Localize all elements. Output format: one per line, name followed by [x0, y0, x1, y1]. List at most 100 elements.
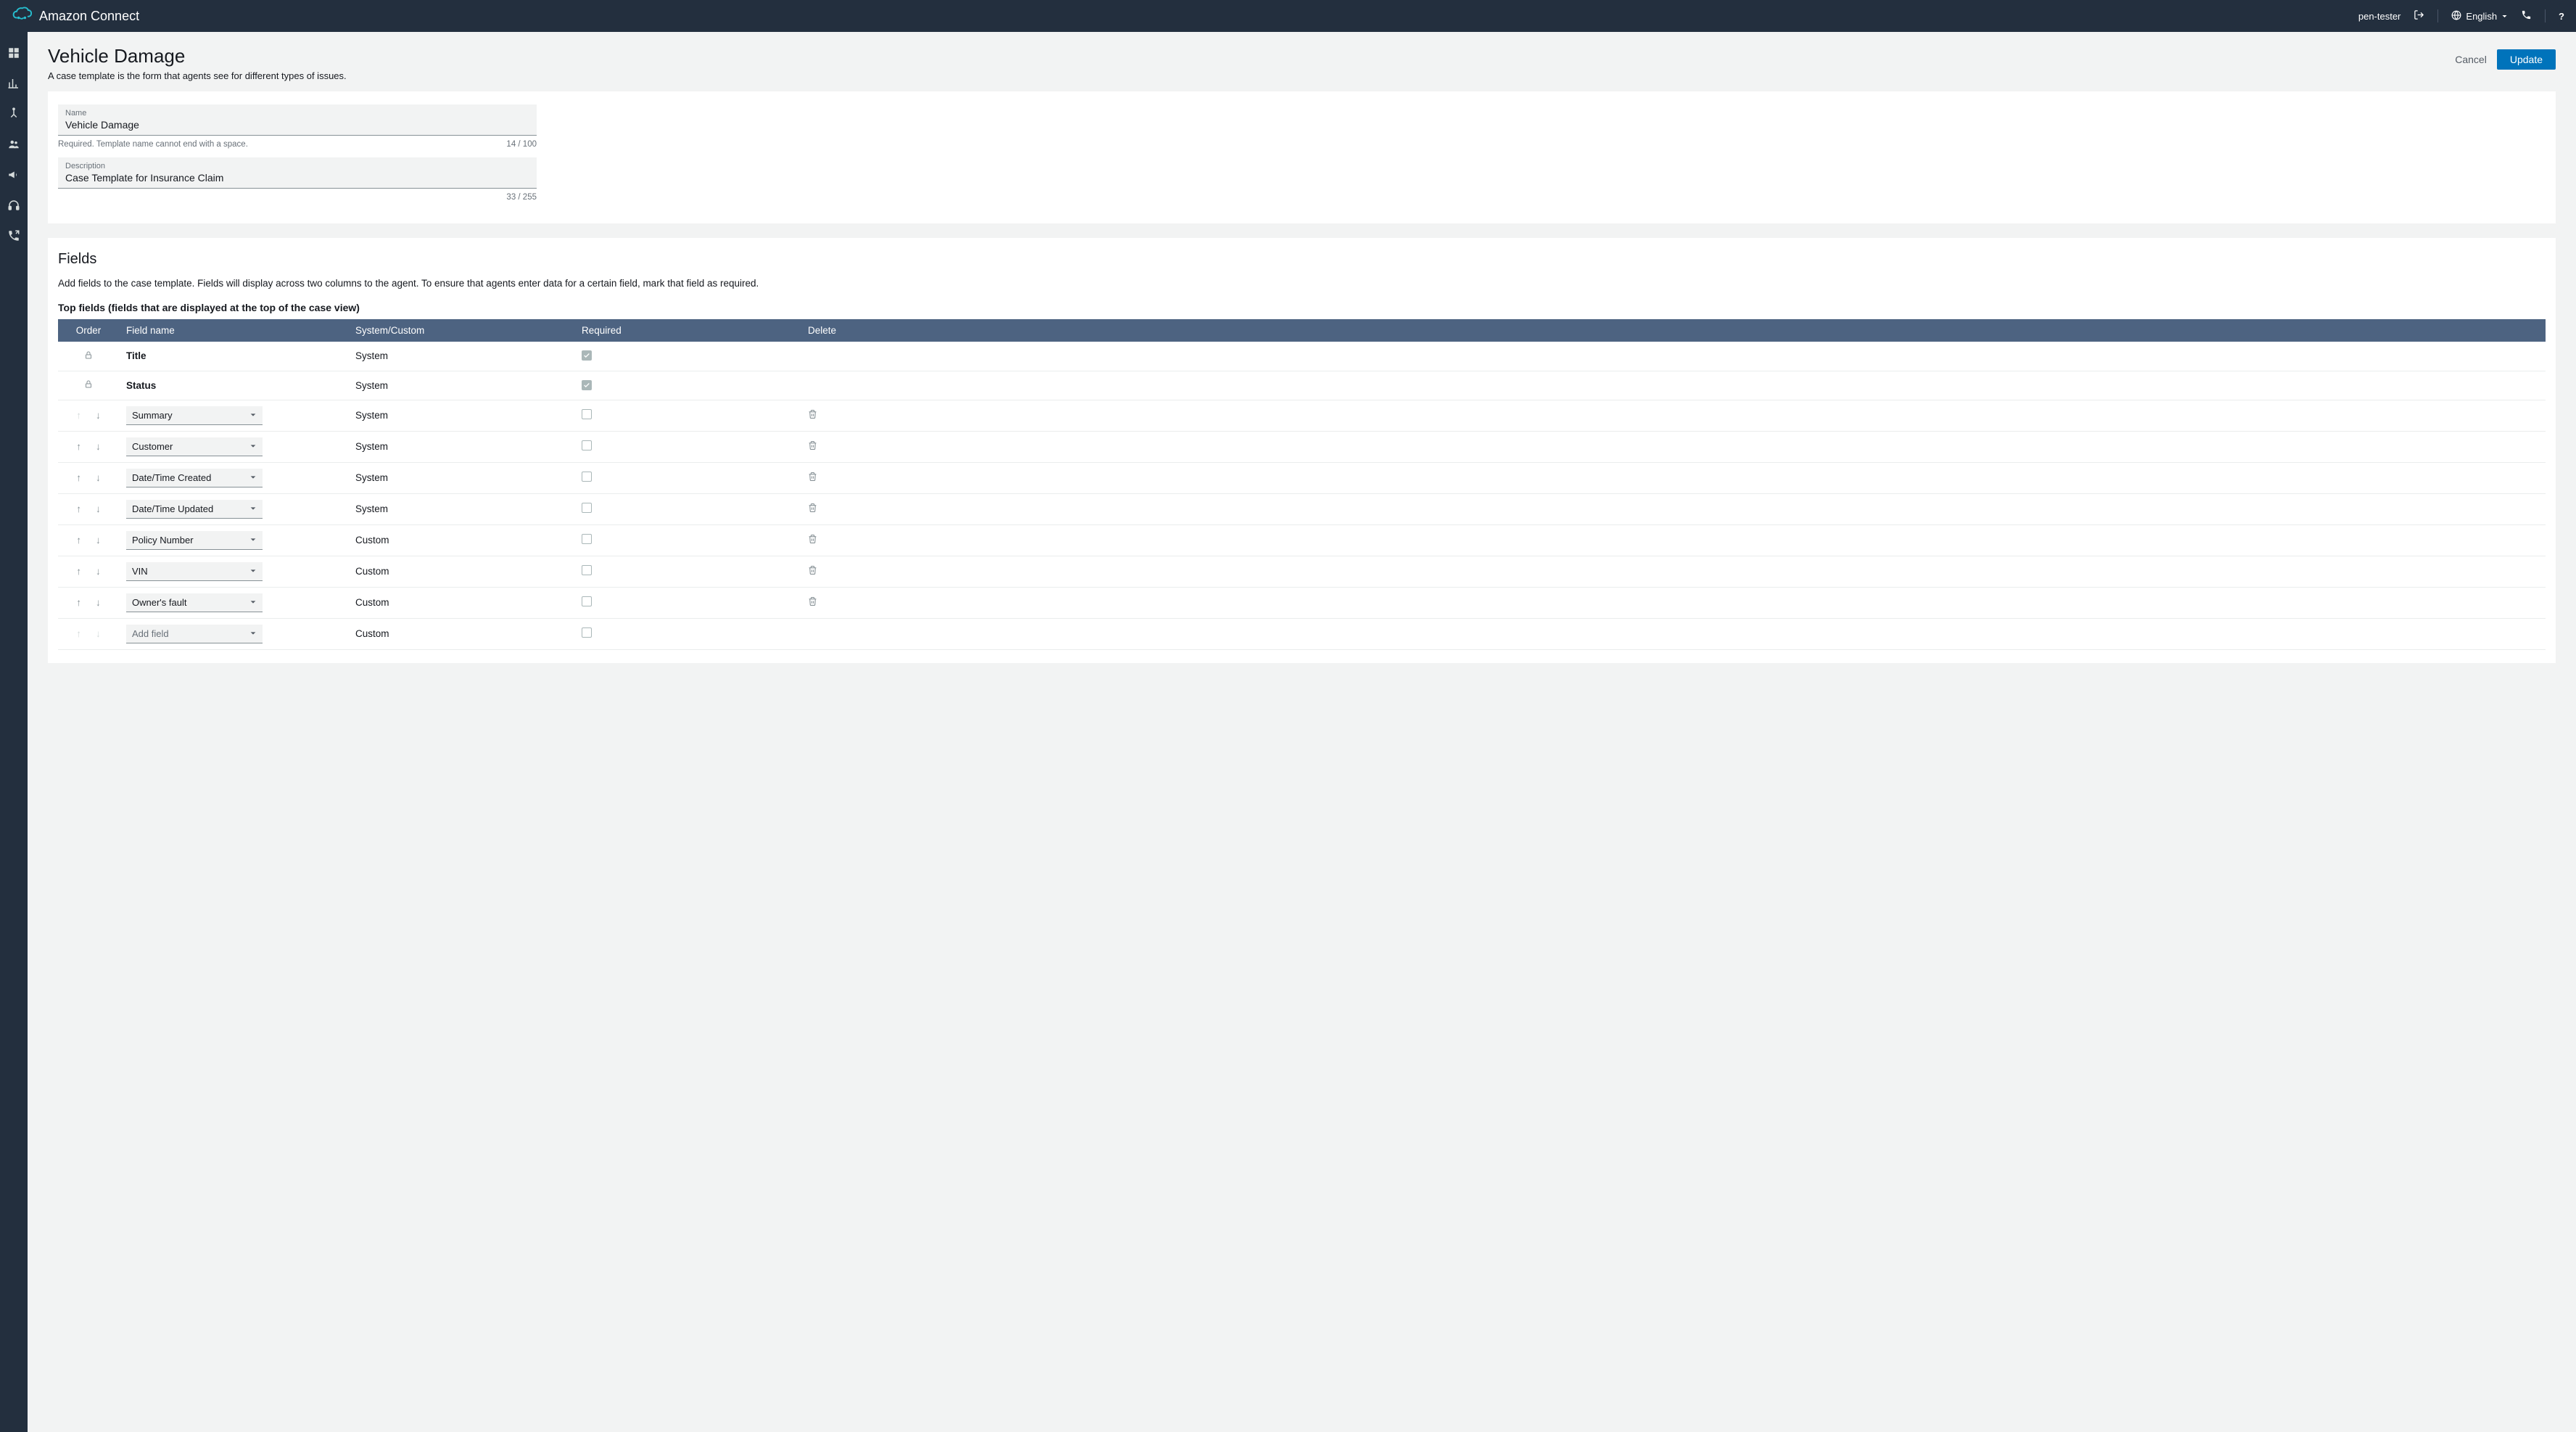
col-order: Order — [58, 319, 119, 342]
chevron-down-icon — [249, 472, 257, 483]
field-name-dropdown[interactable]: Date/Time Updated — [126, 500, 263, 519]
required-checkbox[interactable] — [582, 503, 592, 513]
chevron-down-icon — [249, 566, 257, 577]
side-nav — [0, 32, 28, 1432]
col-name: Field name — [119, 319, 348, 342]
lock-icon — [84, 351, 93, 362]
required-checkbox[interactable] — [582, 596, 592, 606]
field-type: Custom — [348, 587, 574, 618]
chevron-down-icon — [249, 628, 257, 639]
required-checkbox[interactable] — [582, 472, 592, 482]
required-checkbox[interactable] — [582, 440, 592, 450]
required-checkbox — [582, 380, 592, 390]
language-label: English — [2466, 11, 2497, 22]
user-menu[interactable]: pen-tester — [2358, 11, 2401, 22]
announce-icon[interactable] — [7, 168, 20, 181]
move-up-button[interactable]: ↑ — [76, 503, 81, 514]
move-down-button[interactable]: ↓ — [96, 566, 101, 577]
table-row: TitleSystem — [58, 342, 2546, 371]
divider — [2545, 9, 2546, 22]
chevron-down-icon — [249, 535, 257, 546]
field-type: System — [348, 371, 574, 400]
phone-button[interactable] — [2521, 9, 2532, 22]
required-checkbox[interactable] — [582, 565, 592, 575]
name-label: Name — [65, 109, 86, 118]
field-type: Custom — [348, 618, 574, 649]
field-type: Custom — [348, 556, 574, 587]
chevron-down-icon — [249, 597, 257, 608]
move-up-button[interactable]: ↑ — [76, 597, 81, 608]
move-up-button[interactable]: ↑ — [76, 566, 81, 577]
move-down-button[interactable]: ↓ — [96, 503, 101, 514]
desc-input[interactable] — [58, 157, 537, 189]
delete-button[interactable] — [808, 534, 817, 544]
desc-label: Description — [65, 162, 105, 170]
delete-button[interactable] — [808, 409, 817, 419]
move-down-button[interactable]: ↓ — [96, 441, 101, 452]
field-type: System — [348, 462, 574, 493]
move-down-button[interactable]: ↓ — [96, 410, 101, 421]
headset-icon[interactable] — [7, 199, 20, 212]
globe-icon — [2451, 10, 2461, 22]
delete-button[interactable] — [808, 565, 817, 575]
product-title: Amazon Connect — [39, 9, 139, 24]
user-name: pen-tester — [2358, 11, 2401, 22]
field-name-dropdown[interactable]: VIN — [126, 562, 263, 581]
product-logo: Amazon Connect — [12, 5, 139, 28]
move-up-button[interactable]: ↑ — [76, 472, 81, 483]
name-counter: 14 / 100 — [506, 140, 537, 149]
help-button[interactable]: ? — [2559, 11, 2564, 22]
fields-card: Fields Add fields to the case template. … — [48, 238, 2556, 663]
move-up-button[interactable]: ↑ — [76, 535, 81, 546]
field-name-dropdown[interactable]: Add field — [126, 625, 263, 643]
cancel-button[interactable]: Cancel — [2455, 54, 2487, 65]
required-checkbox[interactable] — [582, 409, 592, 419]
field-type: System — [348, 400, 574, 431]
chevron-down-icon — [249, 441, 257, 452]
metrics-icon[interactable] — [7, 77, 20, 90]
callback-icon[interactable] — [7, 229, 20, 242]
divider — [2437, 9, 2438, 22]
field-name-label: Status — [126, 380, 156, 391]
logout-button[interactable] — [2414, 9, 2424, 22]
chevron-down-icon — [249, 410, 257, 421]
chevron-down-icon — [2501, 11, 2508, 22]
move-up-button: ↑ — [76, 410, 81, 421]
chevron-down-icon — [249, 503, 257, 514]
template-info-card: Name Required. Template name cannot end … — [48, 91, 2556, 223]
table-row: ↑↓CustomerSystem — [58, 431, 2546, 462]
required-checkbox[interactable] — [582, 534, 592, 544]
field-name-dropdown[interactable]: Customer — [126, 437, 263, 456]
name-input[interactable] — [58, 104, 537, 136]
table-row: ↑ ↓ Date/Time Updated System — [58, 493, 2546, 524]
move-down-button[interactable]: ↓ — [96, 472, 101, 483]
col-required: Required — [574, 319, 801, 342]
routing-icon[interactable] — [7, 107, 20, 120]
language-menu[interactable]: English — [2451, 10, 2508, 22]
required-checkbox[interactable] — [582, 627, 592, 638]
dashboard-icon[interactable] — [7, 46, 20, 59]
top-nav: Amazon Connect pen-tester English — [0, 0, 2576, 32]
fields-heading: Fields — [58, 251, 2546, 268]
move-down-button[interactable]: ↓ — [96, 535, 101, 546]
field-type: System — [348, 493, 574, 524]
field-name-dropdown[interactable]: Summary — [126, 406, 263, 425]
table-row: Status System — [58, 371, 2546, 400]
field-name-dropdown[interactable]: Policy Number — [126, 531, 263, 550]
update-button[interactable]: Update — [2497, 49, 2556, 70]
required-checkbox — [582, 350, 592, 361]
move-up-button[interactable]: ↑ — [76, 441, 81, 452]
delete-button[interactable] — [808, 440, 817, 450]
field-name-dropdown[interactable]: Date/Time Created — [126, 469, 263, 487]
field-type: Custom — [348, 524, 574, 556]
page-title: Vehicle Damage — [48, 45, 2455, 67]
field-name-dropdown[interactable]: Owner's fault — [126, 593, 263, 612]
table-row: ↑↓Add fieldCustom — [58, 618, 2546, 649]
users-icon[interactable] — [7, 138, 20, 151]
delete-button[interactable] — [808, 503, 817, 513]
move-down-button[interactable]: ↓ — [96, 597, 101, 608]
table-row: ↑ ↓ VIN Custom — [58, 556, 2546, 587]
delete-button[interactable] — [808, 472, 817, 482]
delete-button[interactable] — [808, 596, 817, 606]
main-content: Vehicle Damage A case template is the fo… — [28, 32, 2576, 1432]
